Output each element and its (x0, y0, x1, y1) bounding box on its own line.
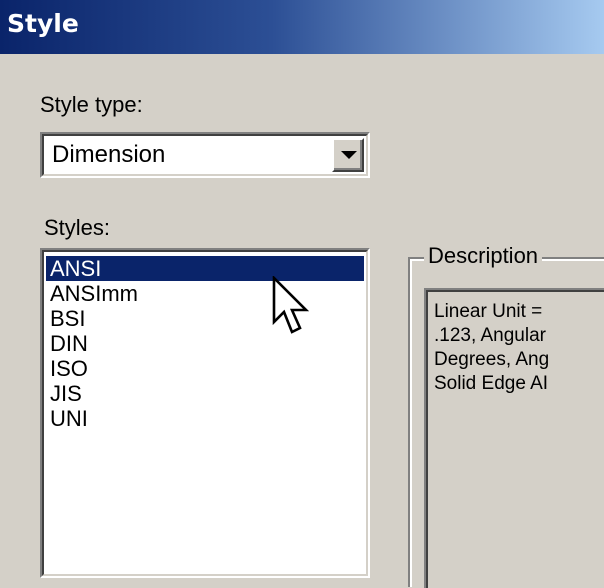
style-item-ansimm[interactable]: ANSImm (46, 281, 364, 306)
description-line: Solid Edge AI (434, 373, 549, 394)
styles-label: Styles: (44, 215, 111, 240)
style-item-iso[interactable]: ISO (46, 356, 364, 381)
style-type-dropdown[interactable]: Dimension (40, 132, 370, 178)
window-title: Style (7, 9, 79, 38)
chevron-down-icon (341, 151, 357, 159)
description-legend: Description (424, 242, 543, 270)
description-text: Linear Unit = .123, Angular Degrees, Ang… (434, 300, 604, 396)
title-bar: Style (0, 0, 604, 54)
description-line: Degrees, Ang (434, 349, 550, 370)
style-type-label: Style type: (40, 92, 143, 117)
style-item-jis[interactable]: JIS (46, 381, 364, 406)
style-item-din[interactable]: DIN (46, 331, 364, 356)
style-type-dropdown-button[interactable] (332, 138, 364, 172)
styles-listbox[interactable]: ANSI ANSImm BSI DIN ISO JIS UNI (40, 248, 370, 578)
description-line: .123, Angular (434, 325, 546, 346)
style-type-value: Dimension (52, 141, 166, 168)
description-text-box: Linear Unit = .123, Angular Degrees, Ang… (424, 288, 604, 588)
style-item-bsi[interactable]: BSI (46, 306, 364, 331)
style-item-ansi[interactable]: ANSI (46, 256, 364, 281)
styles-list: ANSI ANSImm BSI DIN ISO JIS UNI (46, 256, 364, 431)
style-item-uni[interactable]: UNI (46, 406, 364, 431)
description-line: Linear Unit = (434, 301, 543, 322)
